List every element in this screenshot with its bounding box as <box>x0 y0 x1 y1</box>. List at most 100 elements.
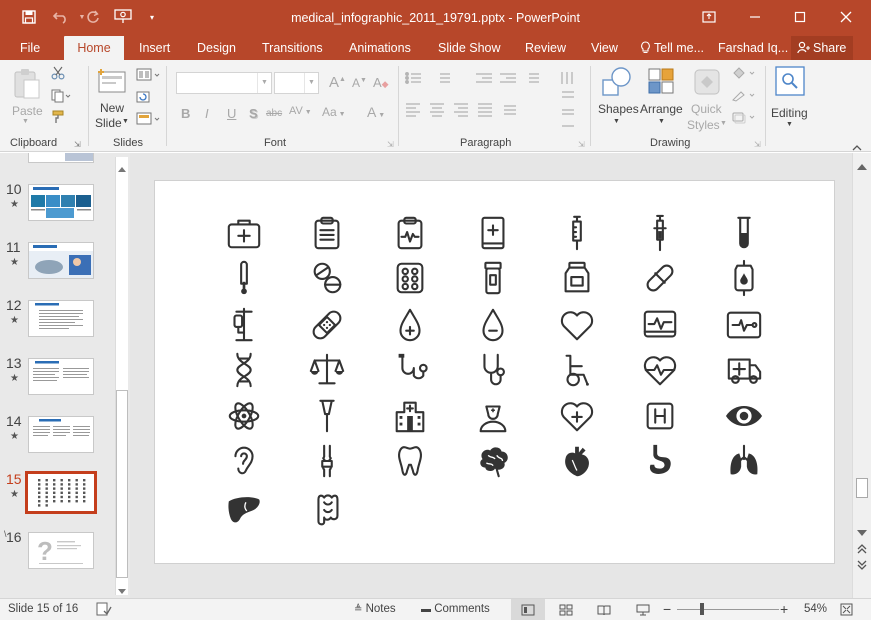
wheelchair-icon[interactable] <box>557 350 597 390</box>
medicine-bottle-icon[interactable] <box>473 258 513 298</box>
scalpel-icon[interactable] <box>307 396 347 436</box>
tell-me-search[interactable]: Tell me... <box>640 36 704 60</box>
shape-outline-icon[interactable] <box>731 88 757 105</box>
hospital-sign-icon[interactable] <box>640 396 680 436</box>
zoom-in-button[interactable]: + <box>780 601 788 617</box>
lungs-icon[interactable] <box>724 441 764 481</box>
tooth-icon[interactable] <box>390 441 430 481</box>
slide-thumbnail-9-partial[interactable] <box>28 153 94 163</box>
hospital-icon[interactable] <box>390 396 430 436</box>
brain-icon[interactable] <box>473 441 513 481</box>
slide-show-view-icon[interactable] <box>636 604 650 619</box>
thermometer-icon[interactable] <box>224 258 264 298</box>
scales-icon[interactable] <box>307 350 347 390</box>
paste-button[interactable]: Paste ▼ <box>10 66 44 126</box>
heart-monitor-icon[interactable] <box>640 305 680 345</box>
slide-thumbnail-15[interactable] <box>25 471 97 514</box>
clear-formatting-icon[interactable]: A◆ <box>373 75 389 90</box>
pill-blister-icon[interactable] <box>390 258 430 298</box>
font-launcher-icon[interactable]: ⇲ <box>387 140 394 149</box>
paragraph-launcher-icon[interactable]: ⇲ <box>578 140 585 149</box>
heartbeat-icon[interactable] <box>640 350 680 390</box>
blood-drop-plus-icon[interactable] <box>390 305 430 345</box>
clipboard-launcher-icon[interactable]: ⇲ <box>74 140 81 149</box>
medical-report-icon[interactable] <box>390 213 430 253</box>
drawing-launcher-icon[interactable]: ⇲ <box>754 140 761 149</box>
bone-icon[interactable] <box>307 441 347 481</box>
dna-icon[interactable] <box>224 350 264 390</box>
editor-scroll-thumb[interactable] <box>856 478 868 498</box>
minimize-icon[interactable] <box>746 8 764 26</box>
scroll-down-icon[interactable] <box>118 584 126 598</box>
slide-thumbnail-12[interactable] <box>28 300 94 337</box>
clipboard-icon[interactable] <box>307 213 347 253</box>
new-slide-button[interactable]: New Slide ▼ <box>94 66 130 138</box>
font-color-button[interactable]: A ▼ <box>367 104 385 120</box>
heart-icon[interactable] <box>557 305 597 345</box>
previous-slide-icon[interactable] <box>857 543 867 557</box>
tab-animations[interactable]: Animations <box>349 36 411 60</box>
slide-thumbnail-13[interactable] <box>28 358 94 395</box>
editor-scrollbar[interactable] <box>852 153 871 598</box>
zoom-level[interactable]: 54% <box>804 603 827 615</box>
font-size-dropdown[interactable]: ▼ <box>274 72 319 94</box>
tab-file[interactable]: File <box>20 36 40 60</box>
zoom-out-button[interactable]: − <box>663 601 671 617</box>
collapse-ribbon-icon[interactable] <box>852 140 862 154</box>
pills-icon[interactable] <box>307 258 347 298</box>
injection-icon[interactable] <box>640 213 680 253</box>
slide-sorter-icon[interactable] <box>559 604 573 619</box>
thumbnail-scrollbar[interactable] <box>115 157 128 595</box>
slide-thumbnail-14[interactable] <box>28 416 94 453</box>
medicine-jar-icon[interactable] <box>557 258 597 298</box>
bandage-icon[interactable] <box>307 305 347 345</box>
tab-slide-show[interactable]: Slide Show <box>438 36 501 60</box>
shapes-button[interactable]: Shapes ▼ <box>598 66 639 136</box>
close-icon[interactable] <box>837 8 855 26</box>
current-slide[interactable] <box>154 180 835 564</box>
intestine-icon[interactable] <box>307 489 347 529</box>
notes-button[interactable]: ≜ Notes <box>354 603 396 615</box>
comments-button[interactable]: ▬ Comments <box>421 603 490 615</box>
layout-icon[interactable] <box>136 68 162 85</box>
shape-fill-icon[interactable] <box>731 66 757 83</box>
share-button[interactable]: Share <box>791 36 853 60</box>
arrange-button[interactable]: Arrange ▼ <box>640 66 683 136</box>
bold-button[interactable]: B <box>181 106 190 121</box>
anatomical-heart-icon[interactable] <box>557 441 597 481</box>
format-painter-icon[interactable] <box>51 110 65 127</box>
scroll-down-icon[interactable] <box>857 526 867 540</box>
test-tube-icon[interactable] <box>724 213 764 253</box>
tab-home[interactable]: Home <box>64 36 124 60</box>
first-aid-kit-icon[interactable] <box>224 213 264 253</box>
copy-icon[interactable] <box>51 89 71 106</box>
spell-check-icon[interactable] <box>96 602 112 619</box>
atom-icon[interactable] <box>224 396 264 436</box>
eye-icon[interactable] <box>724 396 764 436</box>
ecg-display-icon[interactable] <box>724 305 764 345</box>
syringe-icon[interactable] <box>557 213 597 253</box>
zoom-slider-thumb[interactable] <box>700 603 704 615</box>
nurse-icon[interactable] <box>473 396 513 436</box>
maximize-icon[interactable] <box>791 8 809 26</box>
scroll-up-icon[interactable] <box>857 159 867 173</box>
scroll-up-icon[interactable] <box>118 161 126 175</box>
tab-review[interactable]: Review <box>525 36 566 60</box>
ear-icon[interactable] <box>224 441 264 481</box>
tab-design[interactable]: Design <box>197 36 236 60</box>
change-case-button[interactable]: Aa ▼ <box>322 105 346 119</box>
tab-transitions[interactable]: Transitions <box>262 36 323 60</box>
reading-view-icon[interactable] <box>597 604 611 619</box>
iv-stand-icon[interactable] <box>224 305 264 345</box>
underline-button[interactable]: U <box>227 106 236 121</box>
next-slide-icon[interactable] <box>857 559 867 573</box>
user-account[interactable]: Farshad Iq... <box>718 36 788 60</box>
cut-icon[interactable] <box>51 66 65 83</box>
decrease-font-icon[interactable]: A▼ <box>352 76 367 90</box>
reset-icon[interactable] <box>136 90 150 107</box>
strikethrough-button[interactable]: abc <box>266 108 282 119</box>
editing-button[interactable]: Editing ▼ <box>769 66 811 136</box>
ambulance-icon[interactable] <box>724 350 764 390</box>
slide-thumbnail-10[interactable] <box>28 184 94 221</box>
tab-insert[interactable]: Insert <box>139 36 170 60</box>
